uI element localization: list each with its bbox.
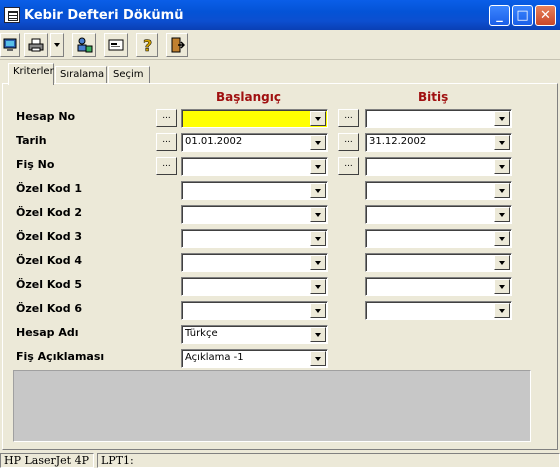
fis-no-start-combo[interactable]	[181, 157, 328, 176]
ozel-kod-6-label: Özel Kod 6	[16, 302, 83, 315]
chevron-down-icon[interactable]	[494, 183, 510, 198]
dropdown-arrow-icon	[54, 43, 60, 47]
tab-secim[interactable]: Seçim	[108, 66, 150, 84]
minimize-label: _	[496, 8, 503, 23]
ozel-kod-2-label: Özel Kod 2	[16, 206, 83, 219]
status-bar: HP LaserJet 4P LPT1:	[0, 452, 560, 468]
fis-no-end-combo[interactable]	[365, 157, 512, 176]
ozel-kod-5-end-combo[interactable]	[365, 277, 512, 296]
tarih-end-combo[interactable]: 31.12.2002	[365, 133, 512, 152]
ozel-kod-2-start-combo[interactable]	[181, 205, 328, 224]
hesap-no-end-combo[interactable]	[365, 109, 512, 128]
start-column-header: Başlangıç	[216, 90, 281, 104]
hesap-adi-label: Hesap Adı	[16, 326, 79, 339]
combo-value: Türkçe	[185, 328, 218, 339]
chevron-down-icon[interactable]	[310, 111, 326, 126]
exit-button[interactable]	[166, 33, 188, 57]
fis-no-end-lookup-button[interactable]: ...	[338, 157, 359, 175]
hesap-no-start-lookup-button[interactable]: ...	[156, 109, 177, 127]
maximize-button[interactable]: □	[512, 5, 533, 26]
ozel-kod-1-end-combo[interactable]	[365, 181, 512, 200]
fis-aciklamasi-combo[interactable]: Açıklama -1	[181, 349, 328, 368]
app-icon	[4, 7, 20, 23]
tab-kriterler[interactable]: Kriterler	[8, 63, 54, 85]
ozel-kod-4-end-combo[interactable]	[365, 253, 512, 272]
tarih-end-lookup-button[interactable]: ...	[338, 133, 359, 151]
title-bar: Kebir Defteri Dökümü _ □ ✕	[0, 0, 560, 30]
ozel-kod-5-label: Özel Kod 5	[16, 278, 83, 291]
tarih-start-combo[interactable]: 01.01.2002	[181, 133, 328, 152]
chevron-down-icon[interactable]	[310, 279, 326, 294]
user-search-button[interactable]	[72, 33, 96, 57]
ozel-kod-3-start-combo[interactable]	[181, 229, 328, 248]
chevron-down-icon[interactable]	[494, 279, 510, 294]
close-button[interactable]: ✕	[535, 5, 556, 26]
ozel-kod-3-label: Özel Kod 3	[16, 230, 83, 243]
ozel-kod-3-end-combo[interactable]	[365, 229, 512, 248]
tab-label: Kriterler	[13, 66, 54, 77]
chevron-down-icon[interactable]	[494, 159, 510, 174]
end-column-header: Bitiş	[418, 90, 449, 104]
chevron-down-icon[interactable]	[310, 183, 326, 198]
computer-icon	[3, 38, 17, 51]
ozel-kod-6-start-combo[interactable]	[181, 301, 328, 320]
chevron-down-icon[interactable]	[310, 351, 326, 366]
tab-siralama[interactable]: Sıralama	[55, 66, 107, 84]
maximize-label: □	[516, 8, 529, 23]
form-icon	[108, 39, 124, 51]
print-options-button[interactable]	[50, 33, 64, 57]
fis-aciklamasi-label: Fiş Açıklaması	[16, 350, 105, 363]
hesap-no-label: Hesap No	[16, 110, 76, 123]
hesap-no-start-combo[interactable]	[181, 109, 328, 128]
preview-area	[13, 370, 531, 442]
combo-value: 31.12.2002	[369, 136, 427, 147]
chevron-down-icon[interactable]	[310, 159, 326, 174]
chevron-down-icon[interactable]	[494, 255, 510, 270]
ozel-kod-1-start-combo[interactable]	[181, 181, 328, 200]
fis-no-label: Fiş No	[16, 158, 55, 171]
combo-value: Açıklama -1	[185, 352, 244, 363]
chevron-down-icon[interactable]	[310, 255, 326, 270]
print-button[interactable]	[24, 33, 48, 57]
window-title: Kebir Defteri Dökümü	[24, 7, 184, 23]
status-port: LPT1:	[97, 453, 560, 468]
tarih-label: Tarih	[16, 134, 47, 147]
exit-icon	[171, 37, 185, 53]
svg-text:?: ?	[143, 36, 152, 54]
printer-icon	[28, 38, 44, 52]
chevron-down-icon[interactable]	[310, 231, 326, 246]
help-icon: ?	[143, 36, 153, 54]
tab-label: Sıralama	[60, 69, 105, 80]
tab-strip: Kriterler Sıralama Seçim	[0, 62, 560, 85]
hesap-no-end-lookup-button[interactable]: ...	[338, 109, 359, 127]
chevron-down-icon[interactable]	[494, 303, 510, 318]
chevron-down-icon[interactable]	[310, 303, 326, 318]
ozel-kod-2-end-combo[interactable]	[365, 205, 512, 224]
form-button[interactable]	[104, 33, 128, 57]
chevron-down-icon[interactable]	[494, 207, 510, 222]
combo-value: 01.01.2002	[185, 136, 243, 147]
computer-button[interactable]	[0, 33, 20, 57]
hesap-adi-combo[interactable]: Türkçe	[181, 325, 328, 344]
status-printer: HP LaserJet 4P	[0, 453, 94, 468]
user-search-icon	[77, 37, 93, 53]
tarih-start-lookup-button[interactable]: ...	[156, 133, 177, 151]
chevron-down-icon[interactable]	[494, 111, 510, 126]
ozel-kod-4-label: Özel Kod 4	[16, 254, 83, 267]
tab-label: Seçim	[113, 69, 144, 80]
help-button[interactable]: ?	[136, 33, 158, 57]
chevron-down-icon[interactable]	[494, 135, 510, 150]
fis-no-start-lookup-button[interactable]: ...	[156, 157, 177, 175]
ozel-kod-5-start-combo[interactable]	[181, 277, 328, 296]
ozel-kod-4-start-combo[interactable]	[181, 253, 328, 272]
close-label: ✕	[540, 8, 551, 23]
chevron-down-icon[interactable]	[494, 231, 510, 246]
ozel-kod-6-end-combo[interactable]	[365, 301, 512, 320]
minimize-button[interactable]: _	[489, 5, 510, 26]
chevron-down-icon[interactable]	[310, 207, 326, 222]
chevron-down-icon[interactable]	[310, 135, 326, 150]
ozel-kod-1-label: Özel Kod 1	[16, 182, 83, 195]
toolbar: ?	[0, 30, 560, 60]
chevron-down-icon[interactable]	[310, 327, 326, 342]
